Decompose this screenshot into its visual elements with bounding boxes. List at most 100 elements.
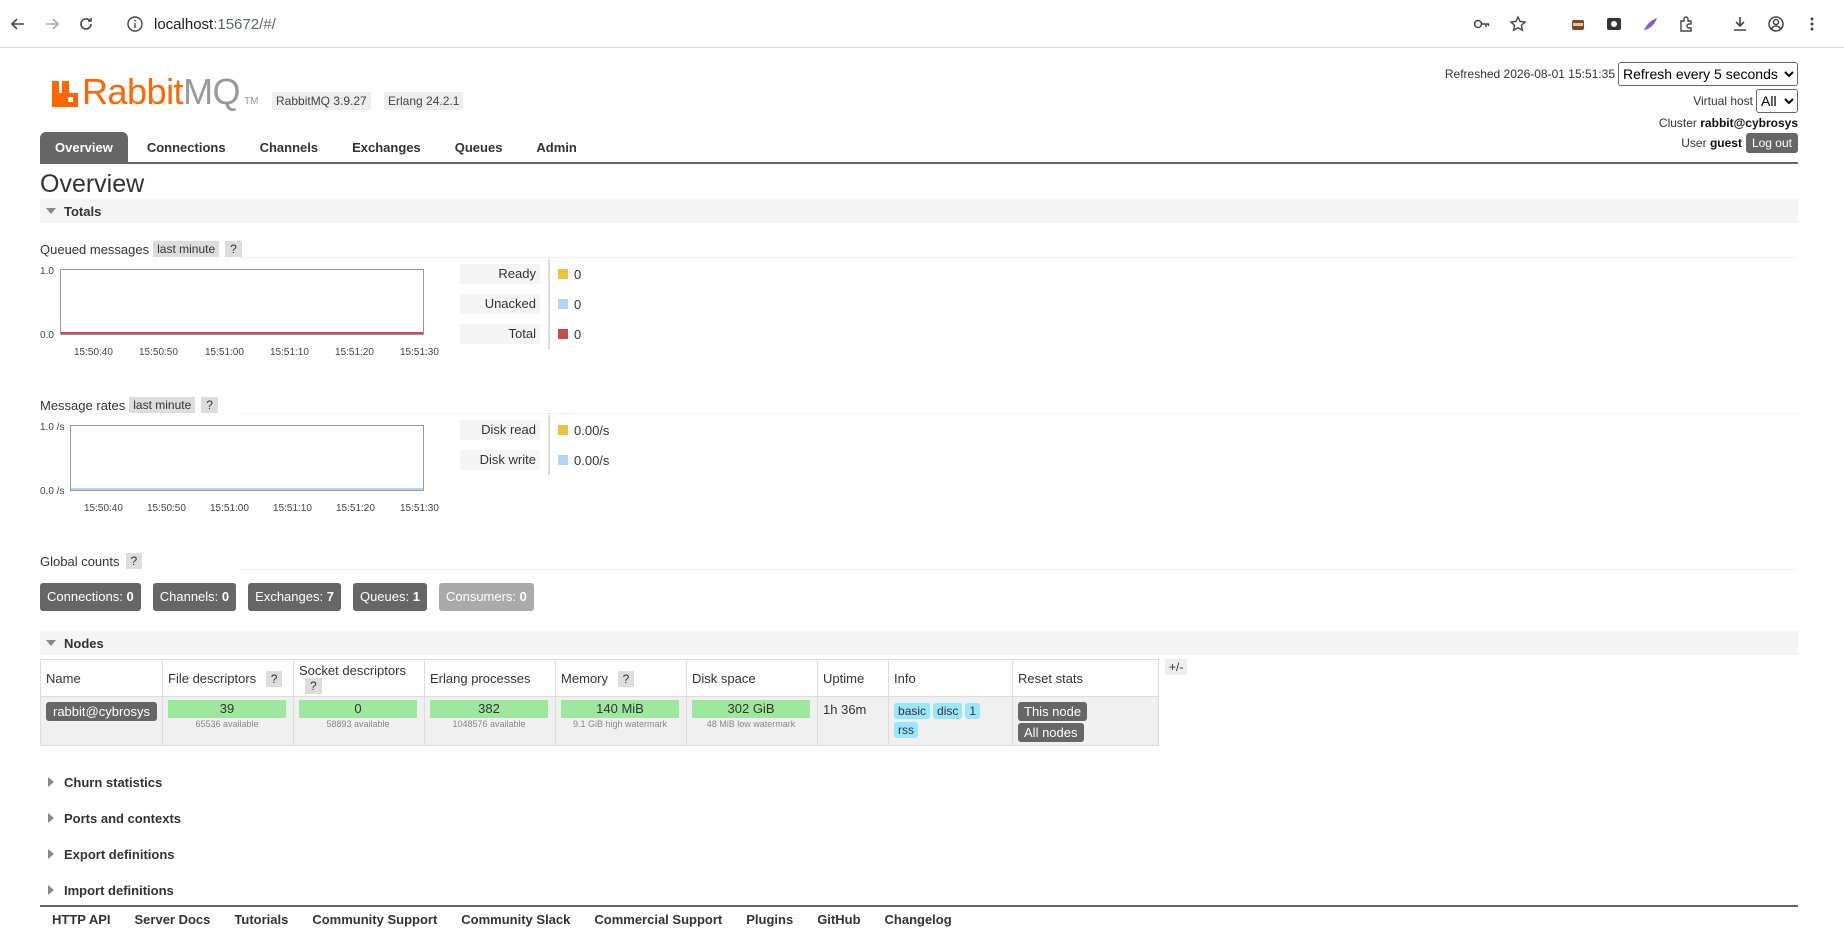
disk-write-line [71, 488, 423, 490]
queued-legend: Ready 0 Unacked 0 Total 0 [460, 259, 581, 349]
tab-overview[interactable]: Overview [40, 132, 128, 163]
queued-messages-heading: Queued messages last minute ? [40, 239, 1798, 259]
tab-queues[interactable]: Queues [440, 132, 518, 163]
legend-label-unacked: Unacked [460, 294, 540, 314]
url-host: localhost [154, 15, 214, 33]
uptime-value: 1h 36m [823, 702, 867, 717]
download-icon[interactable] [1723, 7, 1757, 41]
site-info-icon[interactable] [126, 15, 144, 33]
export-definitions-section[interactable]: Export definitions [40, 836, 1798, 872]
fd-help-button[interactable]: ? [265, 670, 283, 687]
rates-plot-area [70, 425, 424, 491]
rates-range-selector[interactable]: last minute [129, 397, 196, 413]
extension-camera-icon[interactable] [1597, 7, 1631, 41]
legend-label-total: Total [460, 324, 540, 344]
address-bar[interactable]: localhost:15672/#/ [114, 7, 1564, 41]
consumers-count-button[interactable]: Consumers: 0 [438, 583, 534, 611]
disk-read-value: 0.00/s [574, 422, 610, 438]
legend-row-disk-write: Disk write 0.00/s [460, 445, 609, 475]
expand-triangle-icon [48, 849, 54, 859]
user-name: guest [1709, 136, 1742, 150]
ports-contexts-section[interactable]: Ports and contexts [40, 800, 1798, 836]
refresh-interval-select[interactable]: Refresh every 5 seconds [1618, 62, 1798, 86]
queued-range-selector[interactable]: last minute [153, 241, 220, 257]
queued-plot-area [60, 269, 424, 335]
message-rates-heading: Message rates last minute ? [40, 395, 1798, 415]
reload-icon[interactable] [70, 8, 102, 40]
disk-write-value: 0.00/s [574, 452, 610, 468]
tab-admin[interactable]: Admin [521, 132, 591, 163]
node-name-link[interactable]: rabbit@cybrosys [46, 702, 158, 721]
collapse-triangle-icon [46, 208, 56, 214]
reset-all-nodes-button[interactable]: All nodes [1018, 723, 1084, 742]
global-counts-help-button[interactable]: ? [125, 553, 143, 569]
queued-messages-label: Queued messages [40, 241, 150, 257]
extensions-puzzle-icon[interactable] [1669, 7, 1703, 41]
x-tick: 15:51:30 [400, 503, 439, 514]
nodes-section-header[interactable]: Nodes [40, 631, 1798, 655]
footer-community-slack-link[interactable]: Community Slack [461, 912, 570, 927]
footer-plugins-link[interactable]: Plugins [746, 912, 793, 927]
unacked-swatch [558, 299, 568, 309]
footer-community-support-link[interactable]: Community Support [312, 912, 437, 927]
rabbitmq-logo[interactable]: RabbitMQ TM [50, 71, 259, 112]
tab-channels[interactable]: Channels [245, 132, 334, 163]
disk-read-swatch [558, 425, 568, 435]
x-tick: 15:50:50 [147, 503, 186, 514]
footer-github-link[interactable]: GitHub [817, 912, 860, 927]
footer-http-api-link[interactable]: HTTP API [52, 912, 111, 927]
logout-button[interactable]: Log out [1745, 133, 1798, 153]
import-definitions-section[interactable]: Import definitions [40, 872, 1798, 908]
forward-icon[interactable] [36, 8, 68, 40]
cluster-name: rabbit@cybrosys [1700, 116, 1798, 130]
legend-row-disk-read: Disk read 0.00/s [460, 415, 609, 445]
refreshed-timestamp: Refreshed 2026-08-01 15:51:35 [1444, 67, 1615, 81]
queued-y-top: 1.0 [40, 266, 54, 277]
x-tick: 15:51:20 [335, 347, 374, 358]
sock-help-button[interactable]: ? [305, 678, 322, 694]
rates-y-bottom: 0.0 /s [40, 486, 65, 497]
bookmark-star-icon[interactable] [1501, 7, 1535, 41]
columns-toggle-button[interactable]: +/- [1165, 659, 1188, 675]
rates-help-button[interactable]: ? [201, 397, 218, 413]
user-label: User [1681, 136, 1707, 150]
x-tick: 15:50:50 [139, 347, 178, 358]
tabs-divider [40, 162, 1798, 164]
col-socket-descriptors: Socket descriptors ? [293, 659, 426, 697]
connections-count-button[interactable]: Connections: 0 [40, 583, 141, 611]
x-tick: 15:51:00 [205, 347, 244, 358]
menu-kebab-icon[interactable] [1795, 7, 1829, 41]
reset-this-node-button[interactable]: This node [1018, 702, 1088, 721]
footer-server-docs-link[interactable]: Server Docs [135, 912, 211, 927]
memory-help-button[interactable]: ? [617, 670, 635, 687]
expand-triangle-icon [48, 885, 54, 895]
ready-swatch [558, 269, 568, 279]
password-key-icon[interactable] [1465, 7, 1499, 41]
virtual-host-select[interactable]: All [1756, 89, 1798, 113]
erlang-version: Erlang 24.2.1 [384, 92, 464, 110]
erl-bar: 382 [430, 700, 549, 718]
footer-tutorials-link[interactable]: Tutorials [234, 912, 288, 927]
footer-commercial-support-link[interactable]: Commercial Support [594, 912, 722, 927]
legend-label-disk-write: Disk write [460, 450, 540, 470]
extension-feather-icon[interactable] [1633, 7, 1667, 41]
queued-total-line [61, 332, 423, 334]
message-rates-label: Message rates [40, 397, 126, 413]
channels-count-button[interactable]: Channels: 0 [152, 583, 237, 611]
tab-exchanges[interactable]: Exchanges [337, 132, 436, 163]
queued-help-button[interactable]: ? [225, 241, 242, 257]
global-counts: Connections: 0 Channels: 0 Exchanges: 7 … [40, 583, 1798, 611]
expand-triangle-icon [48, 813, 54, 823]
queues-count-button[interactable]: Queues: 1 [352, 583, 427, 611]
rabbit-logo-icon [50, 79, 80, 109]
logo-text: RabbitMQ [82, 71, 241, 112]
exchanges-count-button[interactable]: Exchanges: 7 [248, 583, 341, 611]
tab-connections[interactable]: Connections [132, 132, 241, 163]
footer-changelog-link[interactable]: Changelog [885, 912, 952, 927]
rates-legend: Disk read 0.00/s Disk write 0.00/s [460, 415, 609, 475]
back-icon[interactable] [2, 8, 34, 40]
profile-icon[interactable] [1759, 7, 1793, 41]
totals-section-header[interactable]: Totals [40, 199, 1798, 223]
churn-statistics-section[interactable]: Churn statistics [40, 764, 1798, 800]
extension-ninja-icon[interactable] [1561, 7, 1595, 41]
